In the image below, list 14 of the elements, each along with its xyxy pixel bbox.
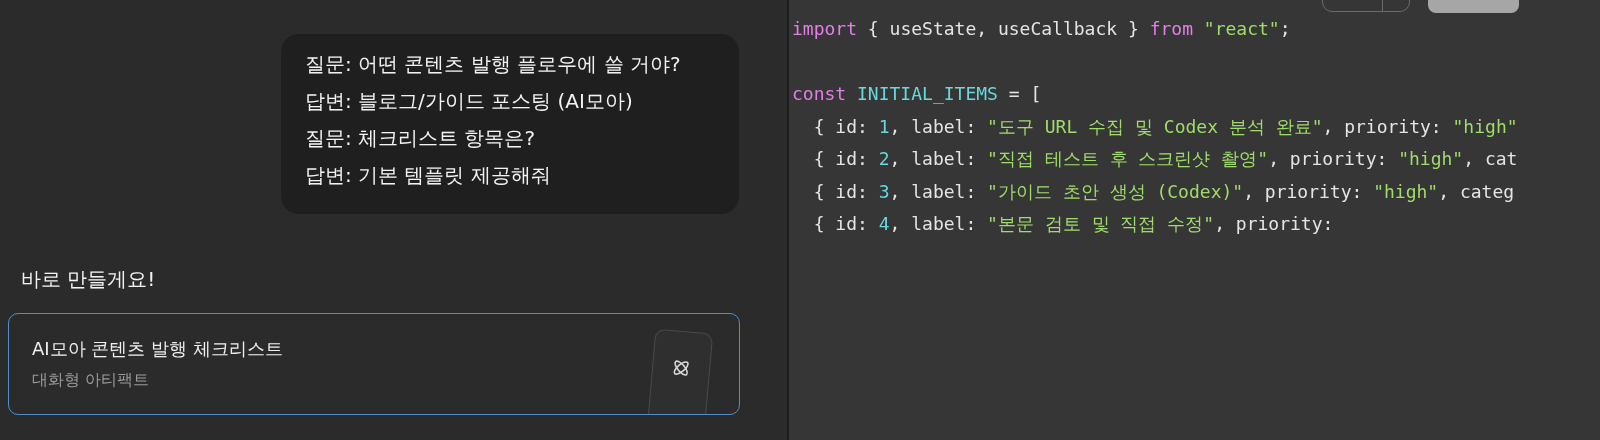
- artifact-subtitle: 대화형 아티팩트: [32, 369, 151, 391]
- code-line: { id: 2, label: "직접 테스트 후 스크린샷 촬영", priority: "high", cat: [812, 147, 1518, 171]
- question-text: 질문: 체크리스트 항목은?: [305, 125, 537, 152]
- code-line: { id: 3, label: "가이드 초안 생성 (Codex)", priority: "high", categ: [812, 179, 1515, 204]
- code-line: { id: 1, label: "도구 URL 수집 및 Codex 분석 완료", priority: "high": [812, 114, 1518, 139]
- artifact-title: AI모아 콘텐츠 발행 체크리스트: [32, 337, 283, 361]
- code-line: import { useState, useCallback } from "react";: [792, 17, 1291, 41]
- code-line: { id: 4, label: "본문 검토 및 직접 수정", priority:: [812, 212, 1334, 236]
- code-line: const INITIAL_ITEMS = [: [792, 82, 1042, 106]
- artifact-card[interactable]: AI모아 콘텐츠 발행 체크리스트 대화형 아티팩트: [8, 313, 740, 415]
- question-text: 질문: 어떤 콘텐츠 발행 플로우에 쓸 거야?: [305, 51, 682, 78]
- answer-text: 답변: 기본 템플릿 제공해줘: [305, 162, 552, 189]
- answer-text: 답변: 블로그/가이드 포스팅 (AI모아): [305, 88, 634, 115]
- assistant-reply-text: 바로 만들게요!: [21, 266, 157, 293]
